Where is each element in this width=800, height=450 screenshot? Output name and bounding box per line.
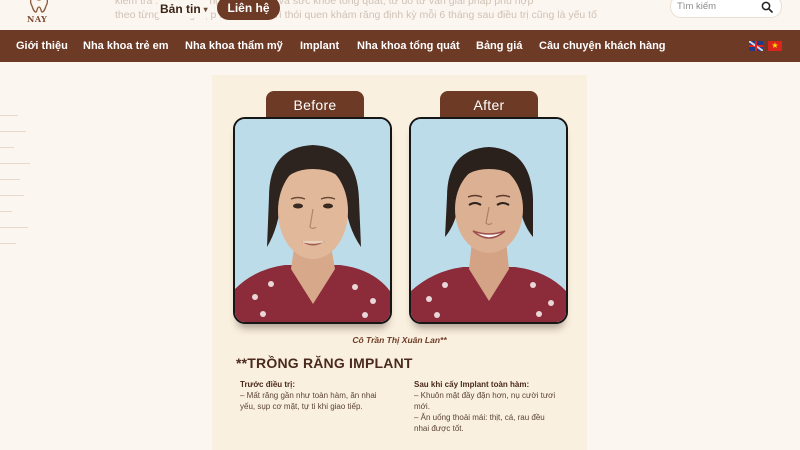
vietnam-flag-icon[interactable]: ★ xyxy=(768,41,782,51)
before-note-line: – Mất răng gần như toàn hàm, ăn nhai xyxy=(240,391,377,400)
chevron-down-icon: ▾ xyxy=(203,4,208,14)
search-icon[interactable] xyxy=(761,1,773,13)
language-switcher: ★ xyxy=(749,41,782,51)
after-note-line: – Khuôn mặt đầy đặn hơn, nụ cười tươi xyxy=(414,391,556,400)
nav-item-bang-gia[interactable]: Bảng giá xyxy=(476,40,522,52)
main-navigation: Giới thiệu Nha khoa trẻ em Nha khoa thẩm… xyxy=(0,30,800,62)
search-box[interactable] xyxy=(670,0,782,18)
left-decoration xyxy=(0,115,30,259)
nav-item-cau-chuyen-khach-hang[interactable]: Câu chuyện khách hàng xyxy=(539,40,666,52)
before-label: Before xyxy=(266,91,364,119)
nav-item-nha-khoa-tre-em[interactable]: Nha khoa trẻ em xyxy=(83,40,169,52)
treatment-heading: **TRỒNG RĂNG IMPLANT xyxy=(236,355,413,371)
before-photo xyxy=(233,117,392,324)
before-note-line: yếu, sụp cơ mặt, tự ti khi giao tiếp. xyxy=(240,402,363,411)
after-photo xyxy=(409,117,568,324)
top-header: kiểm tra ... tăng xương hàm, nướu và sức… xyxy=(0,0,800,30)
after-label: After xyxy=(440,91,538,119)
nav-item-gioi-thieu[interactable]: Giới thiệu xyxy=(16,40,68,52)
tooth-logo-icon xyxy=(29,0,49,13)
logo-text: NAY xyxy=(27,14,48,24)
clinic-logo[interactable]: NAY xyxy=(26,0,52,26)
before-treatment-notes: Trước điều trị: – Mất răng gần như toàn … xyxy=(240,379,405,412)
patient-caption: Cô Trần Thị Xuân Lan** xyxy=(352,335,447,345)
contact-button[interactable]: Liên hệ xyxy=(217,0,280,20)
nav-item-nha-khoa-tong-quat[interactable]: Nha khoa tổng quát xyxy=(357,40,460,52)
patient-before-image xyxy=(235,119,390,322)
after-note-line: – Ăn uống thoải mái: thịt, cá, rau đều xyxy=(414,413,545,422)
patient-after-image xyxy=(411,119,566,322)
news-menu-label: Bản tin xyxy=(160,2,201,16)
after-note-line: nhai được tốt. xyxy=(414,424,464,433)
after-treatment-notes: Sau khi cấy Implant toàn hàm: – Khuôn mặ… xyxy=(414,379,574,434)
before-after-card: Before After Cô Trần Thị Xuân Lan** **TR… xyxy=(212,75,587,450)
news-menu[interactable]: Bản tin ▾ xyxy=(158,0,210,18)
nav-item-nha-khoa-tham-my[interactable]: Nha khoa thẩm mỹ xyxy=(185,40,283,52)
nav-item-implant[interactable]: Implant xyxy=(300,40,339,52)
after-note-line: mới. xyxy=(414,402,430,411)
before-treatment-title: Trước điều trị: xyxy=(240,380,296,389)
uk-flag-icon[interactable] xyxy=(749,41,763,51)
after-treatment-title: Sau khi cấy Implant toàn hàm: xyxy=(414,380,530,389)
search-input[interactable] xyxy=(677,1,757,12)
